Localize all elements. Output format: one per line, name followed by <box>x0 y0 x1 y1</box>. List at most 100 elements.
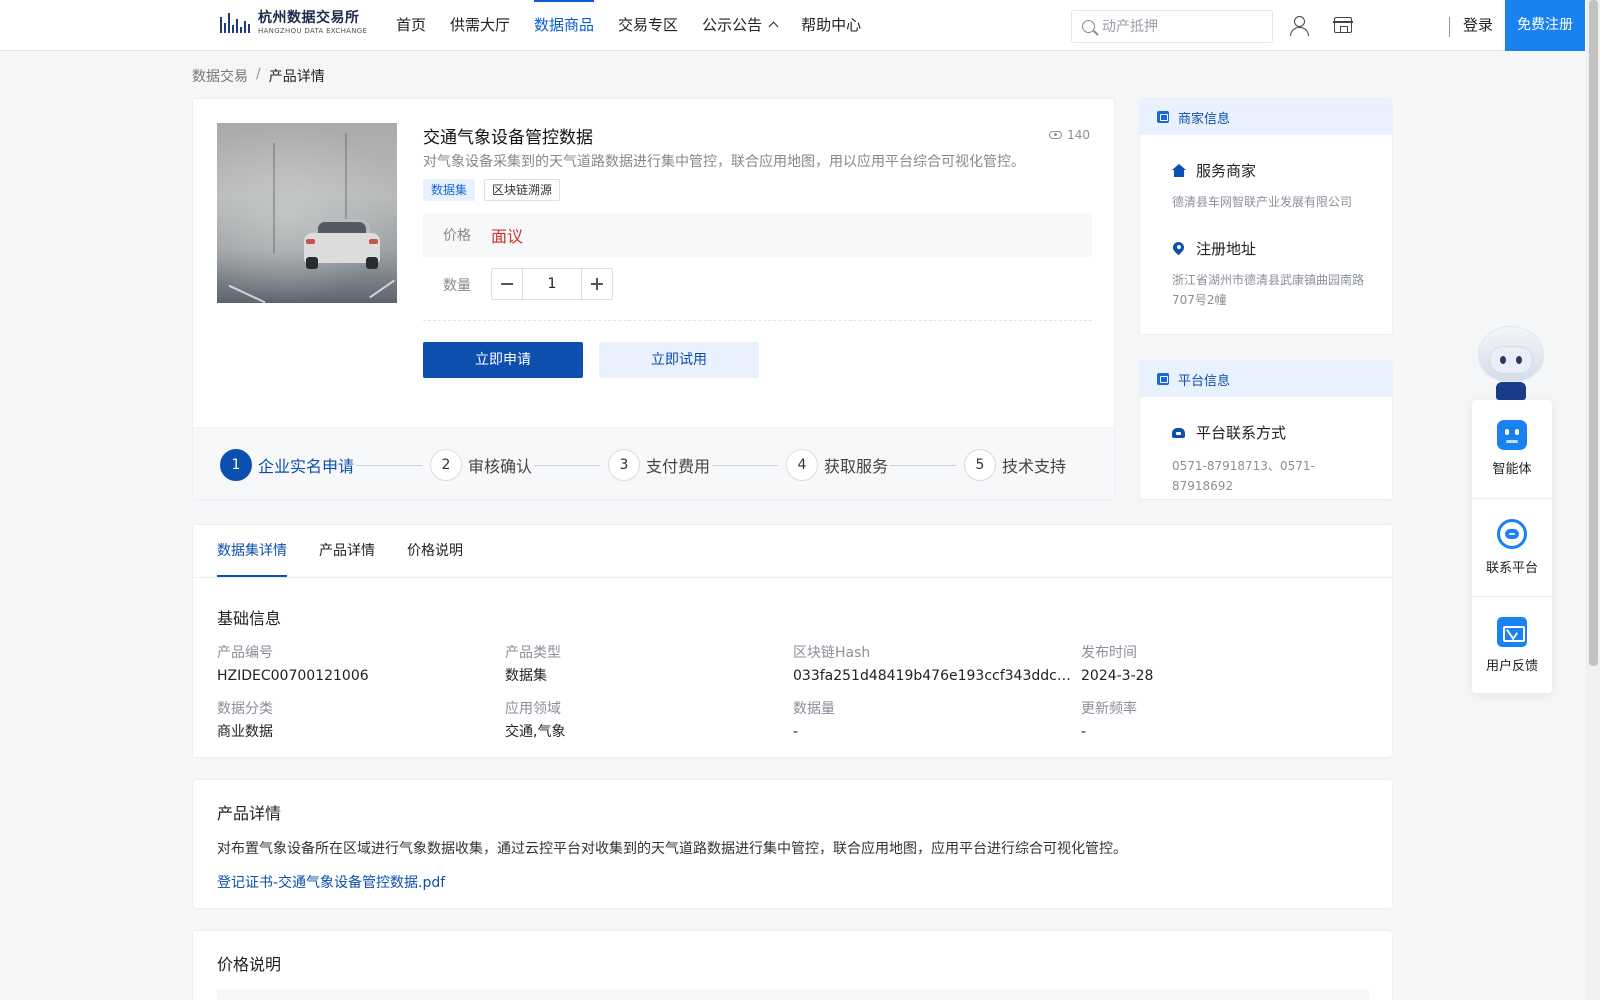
platform-info-card: 平台信息 平台联系方式 0571-87918713、0571-87918692 <box>1139 360 1393 500</box>
step-5: 5 技术支持 <box>964 448 1066 482</box>
platform-info-header: 平台信息 <box>1140 361 1392 397</box>
step-label: 支付费用 <box>646 457 711 476</box>
field-value: 交通,气象 <box>505 724 566 740</box>
dashed-divider <box>423 320 1092 321</box>
step-connector <box>712 465 778 466</box>
logo[interactable]: 杭州数据交易所 HANGZHOU DATA EXCHANGE <box>220 11 367 35</box>
registered-address-title: 注册地址 <box>1172 238 1256 259</box>
shop-icon[interactable] <box>1333 17 1353 33</box>
price-row: 价格 面议 <box>423 213 1092 257</box>
service-merchant-title: 服务商家 <box>1172 160 1256 181</box>
robot-icon <box>1497 420 1527 450</box>
phone-icon <box>1172 426 1185 439</box>
nav-home[interactable]: 首页 <box>384 0 438 50</box>
search-box <box>1071 10 1273 43</box>
monitor-icon <box>1157 373 1169 385</box>
apply-button[interactable]: 立即申请 <box>423 342 583 378</box>
home-icon <box>1172 164 1186 177</box>
product-detail-text: 对布置气象设备所在区域进行气象数据收集，通过云控平台对收集到的天气道路数据进行集… <box>217 841 1127 857</box>
platform-contact-title: 平台联系方式 <box>1172 422 1286 443</box>
field-key: 区块链Hash <box>793 645 871 661</box>
field-key: 数据量 <box>793 701 835 717</box>
product-card: 交通气象设备管控数据 140 对气象设备采集到的天气道路数据进行集中管控，联合应… <box>192 98 1115 500</box>
trial-button[interactable]: 立即试用 <box>599 342 759 378</box>
robot-assistant-icon[interactable] <box>1472 326 1550 400</box>
field-value: 2024-3-28 <box>1081 668 1154 684</box>
step-number: 4 <box>786 449 818 481</box>
step-1: 1 企业实名申请 <box>220 448 354 482</box>
step-number: 1 <box>220 449 252 481</box>
nav-announcements[interactable]: 公示公告 <box>690 0 789 50</box>
quantity-stepper: 1 <box>491 268 613 300</box>
tab-price-explanation[interactable]: 价格说明 <box>407 525 463 577</box>
step-label: 企业实名申请 <box>258 457 355 476</box>
float-feedback-label: 用户反馈 <box>1485 659 1538 674</box>
nav-data-products[interactable]: 数据商品 <box>522 0 606 50</box>
certificate-pdf-link[interactable]: 登记证书-交通气象设备管控数据.pdf <box>217 872 445 892</box>
search-input[interactable] <box>1102 15 1267 39</box>
nav-help-center[interactable]: 帮助中心 <box>789 0 873 50</box>
float-agent-label: 智能体 <box>1492 462 1532 477</box>
breadcrumb-root[interactable]: 数据交易 <box>192 66 248 86</box>
merchant-info-title: 商家信息 <box>1178 111 1231 127</box>
tab-dataset-details[interactable]: 数据集详情 <box>217 525 287 578</box>
dataset-details-card: 数据集详情 产品详情 价格说明 基础信息 产品编号 HZIDEC00700121… <box>192 524 1393 758</box>
scrollbar-thumb[interactable] <box>1589 0 1598 666</box>
product-tags: 数据集 区块链溯源 <box>423 179 561 201</box>
tab-product-details[interactable]: 产品详情 <box>319 525 375 577</box>
step-4: 4 获取服务 <box>786 448 888 482</box>
login-link[interactable]: 登录 <box>1463 0 1493 50</box>
field-value: 数据集 <box>505 668 547 684</box>
step-connector <box>890 465 956 466</box>
view-count: 140 <box>1049 128 1090 142</box>
step-label: 技术支持 <box>1002 457 1067 476</box>
quantity-value[interactable]: 1 <box>523 269 581 299</box>
search-icon[interactable] <box>1082 20 1095 33</box>
detail-tabs: 数据集详情 产品详情 价格说明 <box>217 525 495 578</box>
float-agent[interactable]: 智能体 <box>1472 400 1552 498</box>
field-update-frequency: 更新频率 - <box>1081 699 1351 742</box>
field-key: 产品编号 <box>217 645 273 661</box>
product-image <box>217 123 397 303</box>
float-feedback[interactable]: 用户反馈 <box>1472 596 1552 694</box>
platform-contact-label: 平台联系方式 <box>1196 424 1287 442</box>
field-value: HZIDEC00700121006 <box>217 668 369 684</box>
top-header: 杭州数据交易所 HANGZHOU DATA EXCHANGE 首页 供需大厅 数… <box>0 0 1586 51</box>
field-key: 产品类型 <box>505 645 561 661</box>
eye-icon <box>1049 131 1063 139</box>
registered-address-label: 注册地址 <box>1196 240 1257 258</box>
step-number: 2 <box>430 449 462 481</box>
nav-supply-demand[interactable]: 供需大厅 <box>438 0 522 50</box>
step-3: 3 支付费用 <box>608 448 710 482</box>
nav-trading-zone[interactable]: 交易专区 <box>606 0 690 50</box>
field-key: 数据分类 <box>217 701 273 717</box>
step-connector <box>534 465 600 466</box>
field-value: - <box>1081 724 1087 740</box>
header-divider <box>1449 17 1450 37</box>
price-label: 价格 <box>443 228 471 244</box>
field-key: 更新频率 <box>1081 701 1137 717</box>
product-title: 交通气象设备管控数据 <box>423 128 593 148</box>
register-button[interactable]: 免费注册 <box>1505 0 1585 51</box>
merchant-info-card: 商家信息 服务商家 德清县车网智联产业发展有限公司 注册地址 浙江省湖州市德清县… <box>1139 98 1393 335</box>
float-contact[interactable]: 联系平台 <box>1472 498 1552 596</box>
price-explanation-content <box>217 989 1369 1000</box>
service-merchant-label: 服务商家 <box>1196 162 1257 180</box>
breadcrumb: 数据交易 / 产品详情 <box>192 66 325 86</box>
user-icon[interactable] <box>1290 16 1309 36</box>
field-key: 应用领域 <box>505 701 561 717</box>
plus-icon[interactable] <box>581 269 612 299</box>
field-product-id: 产品编号 HZIDEC00700121006 <box>217 643 487 686</box>
field-value: - <box>793 724 799 740</box>
step-connector <box>356 465 422 466</box>
minus-icon[interactable] <box>492 269 523 299</box>
field-key: 发布时间 <box>1081 645 1137 661</box>
step-label: 获取服务 <box>824 457 889 476</box>
logo-bars-icon <box>220 11 254 35</box>
mail-icon <box>1497 617 1527 647</box>
platform-contact-value: 0571-87918713、0571-87918692 <box>1172 459 1315 493</box>
field-product-type: 产品类型 数据集 <box>505 643 775 686</box>
basic-info-title: 基础信息 <box>217 609 282 628</box>
step-number: 5 <box>964 449 996 481</box>
logo-text: 杭州数据交易所 <box>258 10 360 26</box>
